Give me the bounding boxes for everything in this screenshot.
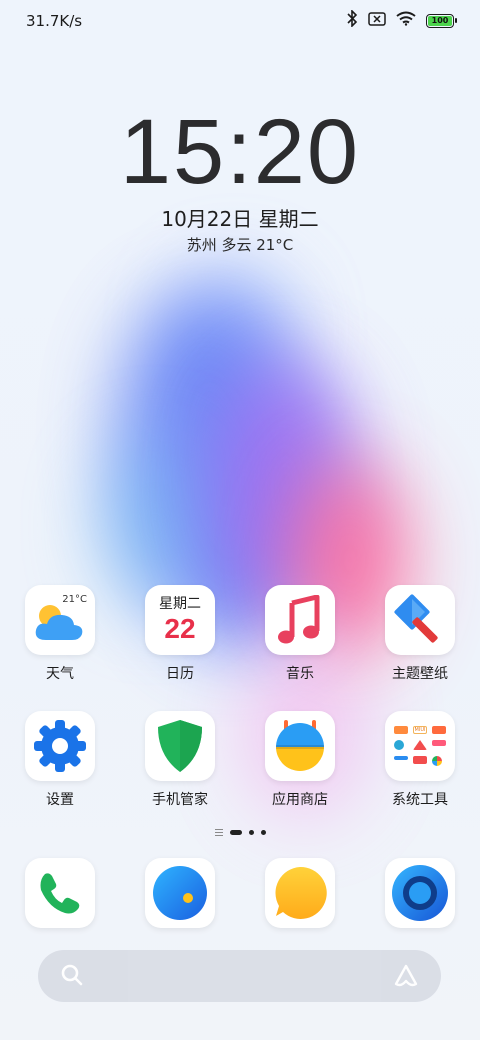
wifi-icon (396, 11, 416, 30)
no-sim-icon (368, 11, 386, 30)
app-label-weather: 天气 (46, 666, 74, 682)
folder-system-tools[interactable]: MIUI 系统工具 (360, 711, 480, 809)
bluetooth-icon (346, 9, 358, 31)
app-calendar[interactable]: 星期二 22 日历 (120, 585, 240, 683)
app-store[interactable]: 应用商店 (240, 711, 360, 809)
theme-brush-icon (385, 585, 455, 655)
assistant-icon[interactable] (393, 963, 419, 993)
clock-date: 10月22日 星期二 (161, 207, 319, 231)
battery-level: 100 (428, 15, 452, 26)
app-settings[interactable]: 设置 (0, 711, 120, 809)
folder-app-9-icon (432, 756, 442, 766)
app-row-1: 21°C 天气 星期二 22 日历 音乐 主题壁纸 (0, 585, 480, 683)
app-row-2: 设置 手机管家 应用商店 MIUI 系统工具 (0, 711, 480, 809)
page-indicator-dot (248, 830, 254, 835)
app-label-settings: 设置 (46, 792, 74, 808)
phone-icon (25, 858, 95, 928)
music-icon (265, 585, 335, 655)
battery-icon: 100 (426, 13, 457, 28)
calendar-weekday: 星期二 (159, 596, 201, 612)
folder-app-7-icon (394, 756, 408, 760)
page-indicator-dot (260, 830, 266, 835)
browser-icon (385, 858, 455, 928)
chat-bubble-icon (265, 858, 335, 928)
search-bar[interactable] (38, 950, 441, 1002)
page-indicator-minus-one (214, 829, 223, 836)
security-shield-icon (145, 711, 215, 781)
page-indicator-active (229, 830, 242, 835)
calendar-icon: 星期二 22 (145, 585, 215, 655)
system-tools-folder-icon: MIUI (385, 711, 455, 781)
folder-app-5-icon (413, 740, 427, 750)
folder-app-2-icon: MIUI (413, 726, 427, 734)
app-label-security: 手机管家 (152, 792, 208, 808)
folder-app-4-icon (394, 740, 404, 750)
weather-icon-temp: 21°C (62, 594, 87, 605)
status-bar: 31.7K/s 100 (0, 0, 480, 42)
app-label-music: 音乐 (286, 666, 314, 682)
search-icon[interactable] (60, 963, 84, 991)
dock-messages[interactable] (120, 858, 240, 928)
clock-time[interactable]: 15:20 (0, 100, 480, 205)
settings-gear-icon (25, 711, 95, 781)
app-label-themes: 主题壁纸 (392, 666, 448, 682)
dock-chat[interactable] (240, 858, 360, 928)
app-weather[interactable]: 21°C 天气 (0, 585, 120, 683)
app-themes[interactable]: 主题壁纸 (360, 585, 480, 683)
app-label-calendar: 日历 (166, 666, 194, 682)
page-indicator[interactable] (0, 829, 480, 836)
calendar-day: 22 (164, 613, 196, 644)
network-speed: 31.7K/s (26, 12, 83, 30)
app-store-icon (265, 711, 335, 781)
folder-app-8-icon (413, 756, 427, 764)
dock-browser[interactable] (360, 858, 480, 928)
folder-app-3-icon (432, 726, 446, 734)
dock (0, 858, 480, 928)
app-label-system-tools: 系统工具 (392, 792, 448, 808)
app-security[interactable]: 手机管家 (120, 711, 240, 809)
messages-icon (145, 858, 215, 928)
app-music[interactable]: 音乐 (240, 585, 360, 683)
folder-app-6-icon (432, 740, 446, 746)
dock-phone[interactable] (0, 858, 120, 928)
app-label-store: 应用商店 (272, 792, 328, 808)
weather-summary: 苏州 多云 21°C (186, 236, 294, 254)
folder-app-1-icon (394, 726, 408, 734)
weather-icon: 21°C (25, 585, 95, 655)
